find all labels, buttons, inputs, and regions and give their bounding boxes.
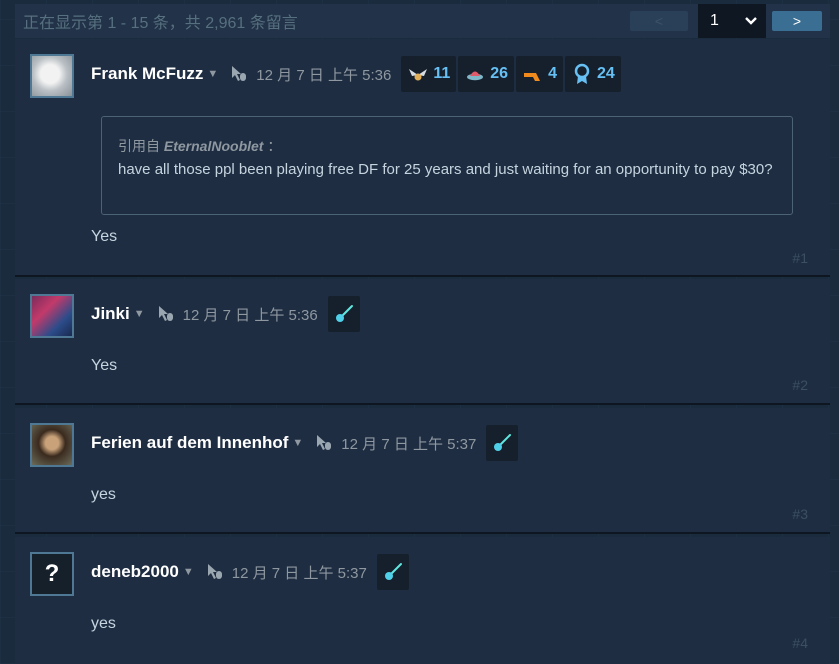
award-comet[interactable]	[376, 554, 409, 590]
comment-1: Frank McFuzz ▼ 12 月 7 日 上午 5:36 11 26 4 …	[15, 39, 830, 277]
comment-number[interactable]: #1	[792, 250, 808, 266]
author-name[interactable]: Frank McFuzz	[91, 64, 203, 84]
boomerang-award-icon	[524, 73, 541, 81]
award-ufo[interactable]: 26	[458, 56, 515, 92]
award-comet[interactable]	[327, 296, 360, 332]
award-count: 4	[548, 65, 557, 82]
comment-3: Ferien auf dem Innenhof ▼ 12 月 7 日 上午 5:…	[15, 408, 830, 534]
comment-timestamp: 12 月 7 日 上午 5:37	[341, 435, 477, 453]
page-select[interactable]: 1	[698, 4, 766, 38]
award-count: 11	[433, 65, 451, 82]
comet-award-icon	[335, 305, 353, 322]
comment-text: Yes	[91, 228, 118, 245]
quote-block: 引用自 EternalNooblet ： have all those ppl …	[101, 116, 793, 215]
avatar[interactable]: ?	[30, 552, 74, 596]
comment-number[interactable]: #3	[792, 506, 808, 522]
author-menu-caret-icon[interactable]: ▼	[292, 437, 303, 449]
wings-award-icon	[409, 69, 428, 81]
award-count: 26	[490, 65, 509, 82]
author-name[interactable]: Ferien auf dem Innenhof	[91, 433, 288, 453]
mouse-icon	[158, 306, 173, 321]
question-mark-icon: ?	[44, 560, 60, 587]
avatar[interactable]	[30, 54, 74, 98]
comet-award-icon	[494, 434, 512, 451]
medal-award-icon	[574, 63, 590, 84]
page-select-value: 1	[710, 12, 719, 29]
next-page-button[interactable]: >	[772, 11, 822, 31]
quote-text: have all those ppl been playing free DF …	[118, 161, 773, 178]
mouse-icon	[232, 66, 247, 81]
quote-author[interactable]: EternalNooblet	[164, 138, 264, 154]
comment-text: yes	[91, 486, 116, 503]
comment-number[interactable]: #2	[792, 377, 808, 393]
comment-count-summary: 正在显示第 1 - 15 条，共 2,961 条留言	[23, 15, 298, 32]
comet-award-icon	[384, 563, 402, 580]
comment-timestamp: 12 月 7 日 上午 5:36	[256, 66, 392, 84]
quote-header: 引用自 EternalNooblet ：	[118, 135, 776, 158]
author-menu-caret-icon[interactable]: ▼	[207, 68, 218, 80]
quote-suffix: ：	[267, 138, 282, 154]
author-menu-caret-icon[interactable]: ▼	[183, 566, 194, 578]
quote-prefix: 引用自	[118, 138, 160, 154]
award-count: 24	[596, 65, 615, 82]
comment-timestamp: 12 月 7 日 上午 5:36	[182, 306, 318, 324]
mouse-icon	[317, 435, 332, 450]
author-menu-caret-icon[interactable]: ▼	[134, 308, 145, 320]
avatar[interactable]	[30, 423, 74, 467]
author-name[interactable]: deneb2000	[91, 562, 179, 582]
prev-page-button[interactable]: <	[630, 11, 688, 31]
pagination-bar: 正在显示第 1 - 15 条，共 2,961 条留言 < 1 >	[15, 4, 830, 38]
chevron-down-icon	[745, 17, 757, 25]
avatar[interactable]	[30, 294, 74, 338]
ufo-award-icon	[467, 71, 484, 81]
award-comet[interactable]	[486, 425, 519, 461]
mouse-icon	[207, 564, 222, 579]
award-medal[interactable]: 24	[564, 56, 621, 92]
comment-number[interactable]: #4	[792, 635, 808, 651]
comment-2: Jinki ▼ 12 月 7 日 上午 5:36 Yes #2	[15, 279, 830, 405]
comment-text: Yes	[91, 357, 118, 374]
award-boomerang[interactable]: 4	[516, 56, 563, 92]
comment-4: ? deneb2000 ▼ 12 月 7 日 上午 5:37 yes #4	[15, 537, 830, 664]
comment-text: yes	[91, 615, 116, 632]
award-wings[interactable]: 11	[401, 56, 457, 92]
author-name[interactable]: Jinki	[91, 304, 130, 324]
comment-timestamp: 12 月 7 日 上午 5:37	[231, 564, 367, 582]
